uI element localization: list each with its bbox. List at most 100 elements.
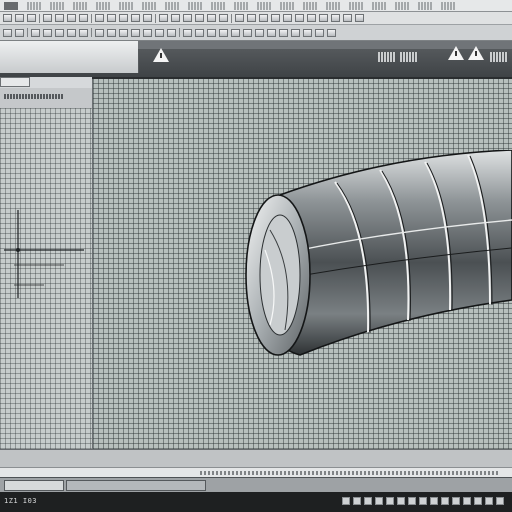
menu-item[interactable] bbox=[27, 1, 41, 10]
ribbon-tab[interactable] bbox=[155, 28, 164, 37]
status-toggle-icon[interactable] bbox=[375, 497, 383, 505]
ribbon-tab[interactable] bbox=[315, 28, 324, 37]
layout-tab-model[interactable] bbox=[4, 480, 64, 491]
menu-item[interactable] bbox=[395, 1, 409, 10]
status-toggle-icon[interactable] bbox=[342, 497, 350, 505]
toolbar-button[interactable] bbox=[343, 14, 352, 22]
layout-tab[interactable] bbox=[66, 480, 206, 491]
cylinder-3d-model[interactable] bbox=[240, 150, 512, 360]
ribbon-tab[interactable] bbox=[267, 28, 276, 37]
menu-item[interactable] bbox=[349, 1, 363, 10]
toolbar-button[interactable] bbox=[219, 14, 228, 22]
ribbon-tab[interactable] bbox=[183, 28, 192, 37]
toolbar-button[interactable] bbox=[119, 14, 128, 22]
ribbon-tab[interactable] bbox=[67, 28, 76, 37]
toolbar-button[interactable] bbox=[107, 14, 116, 22]
toolbar-button[interactable] bbox=[295, 14, 304, 22]
toolbar-button[interactable] bbox=[95, 14, 104, 22]
ribbon-tab[interactable] bbox=[255, 28, 264, 37]
toolbar-button[interactable] bbox=[319, 14, 328, 22]
ribbon-tool-icon[interactable] bbox=[400, 52, 418, 62]
warning-triangle-icon[interactable] bbox=[448, 46, 464, 60]
ribbon-tab[interactable] bbox=[15, 28, 24, 37]
panel-tab[interactable] bbox=[0, 77, 30, 87]
warning-triangle-icon[interactable] bbox=[153, 48, 169, 62]
status-toggle-icon[interactable] bbox=[397, 497, 405, 505]
status-toggle-icon[interactable] bbox=[386, 497, 394, 505]
ribbon-tab[interactable] bbox=[43, 28, 52, 37]
status-toggle-icon[interactable] bbox=[463, 497, 471, 505]
status-toggle-icon[interactable] bbox=[364, 497, 372, 505]
ribbon-tab[interactable] bbox=[327, 28, 336, 37]
toolbar-button[interactable] bbox=[15, 14, 24, 22]
menu-item[interactable] bbox=[142, 1, 156, 10]
ribbon-tab[interactable] bbox=[107, 28, 116, 37]
ribbon-tab[interactable] bbox=[291, 28, 300, 37]
menu-item[interactable] bbox=[303, 1, 317, 10]
ribbon-tab[interactable] bbox=[143, 28, 152, 37]
menu-item[interactable] bbox=[441, 1, 455, 10]
toolbar-button[interactable] bbox=[207, 14, 216, 22]
ribbon-tab[interactable] bbox=[167, 28, 176, 37]
status-toggle-icon[interactable] bbox=[496, 497, 504, 505]
panel-header[interactable] bbox=[0, 88, 92, 109]
status-toggle-icon[interactable] bbox=[430, 497, 438, 505]
ribbon-tab[interactable] bbox=[207, 28, 216, 37]
menu-item[interactable] bbox=[73, 1, 87, 10]
status-toggle-icon[interactable] bbox=[452, 497, 460, 505]
toolbar-button[interactable] bbox=[283, 14, 292, 22]
ribbon-tool-icon[interactable] bbox=[490, 52, 508, 62]
menu-item[interactable] bbox=[50, 1, 64, 10]
menu-item[interactable] bbox=[165, 1, 179, 10]
toolbar-button[interactable] bbox=[3, 14, 12, 22]
toolbar-button[interactable] bbox=[331, 14, 340, 22]
ribbon-tab[interactable] bbox=[279, 28, 288, 37]
toolbar-button[interactable] bbox=[79, 14, 88, 22]
toolbar-button[interactable] bbox=[183, 14, 192, 22]
ribbon-tab[interactable] bbox=[195, 28, 204, 37]
menu-item[interactable] bbox=[280, 1, 294, 10]
ribbon-tab[interactable] bbox=[3, 28, 12, 37]
ribbon-tab[interactable] bbox=[79, 28, 88, 37]
status-toggle-icon[interactable] bbox=[353, 497, 361, 505]
toolbar-button[interactable] bbox=[195, 14, 204, 22]
menu-item[interactable] bbox=[372, 1, 386, 10]
toolbar-button[interactable] bbox=[259, 14, 268, 22]
ribbon-tab[interactable] bbox=[243, 28, 252, 37]
ribbon-tab[interactable] bbox=[95, 28, 104, 37]
menu-item[interactable] bbox=[234, 1, 248, 10]
ribbon-tab[interactable] bbox=[131, 28, 140, 37]
toolbar-button[interactable] bbox=[355, 14, 364, 22]
toolbar-button[interactable] bbox=[43, 14, 52, 22]
toolbar-button[interactable] bbox=[271, 14, 280, 22]
status-toggle-icon[interactable] bbox=[485, 497, 493, 505]
toolbar-button[interactable] bbox=[159, 14, 168, 22]
menu-item[interactable] bbox=[96, 1, 110, 10]
toolbar-button[interactable] bbox=[171, 14, 180, 22]
menu-item[interactable] bbox=[257, 1, 271, 10]
ribbon-tool-panel[interactable] bbox=[0, 41, 139, 73]
status-toggle-icon[interactable] bbox=[408, 497, 416, 505]
menu-item[interactable] bbox=[119, 1, 133, 10]
toolbar-button[interactable] bbox=[143, 14, 152, 22]
menu-item[interactable] bbox=[4, 1, 18, 10]
ribbon-tab[interactable] bbox=[231, 28, 240, 37]
status-toggle-icon[interactable] bbox=[419, 497, 427, 505]
status-toggle-icon[interactable] bbox=[474, 497, 482, 505]
toolbar-button[interactable] bbox=[235, 14, 244, 22]
ribbon-tab[interactable] bbox=[31, 28, 40, 37]
ribbon-tab[interactable] bbox=[219, 28, 228, 37]
status-toggle-icon[interactable] bbox=[441, 497, 449, 505]
toolbar-button[interactable] bbox=[27, 14, 36, 22]
ribbon-tool-icon[interactable] bbox=[378, 52, 396, 62]
toolbar-button[interactable] bbox=[247, 14, 256, 22]
menu-item[interactable] bbox=[418, 1, 432, 10]
ribbon-tab[interactable] bbox=[119, 28, 128, 37]
menu-item[interactable] bbox=[188, 1, 202, 10]
toolbar-button[interactable] bbox=[67, 14, 76, 22]
menu-item[interactable] bbox=[326, 1, 340, 10]
toolbar-button[interactable] bbox=[55, 14, 64, 22]
warning-triangle-icon[interactable] bbox=[468, 46, 484, 60]
toolbar-button[interactable] bbox=[131, 14, 140, 22]
toolbar-button[interactable] bbox=[307, 14, 316, 22]
